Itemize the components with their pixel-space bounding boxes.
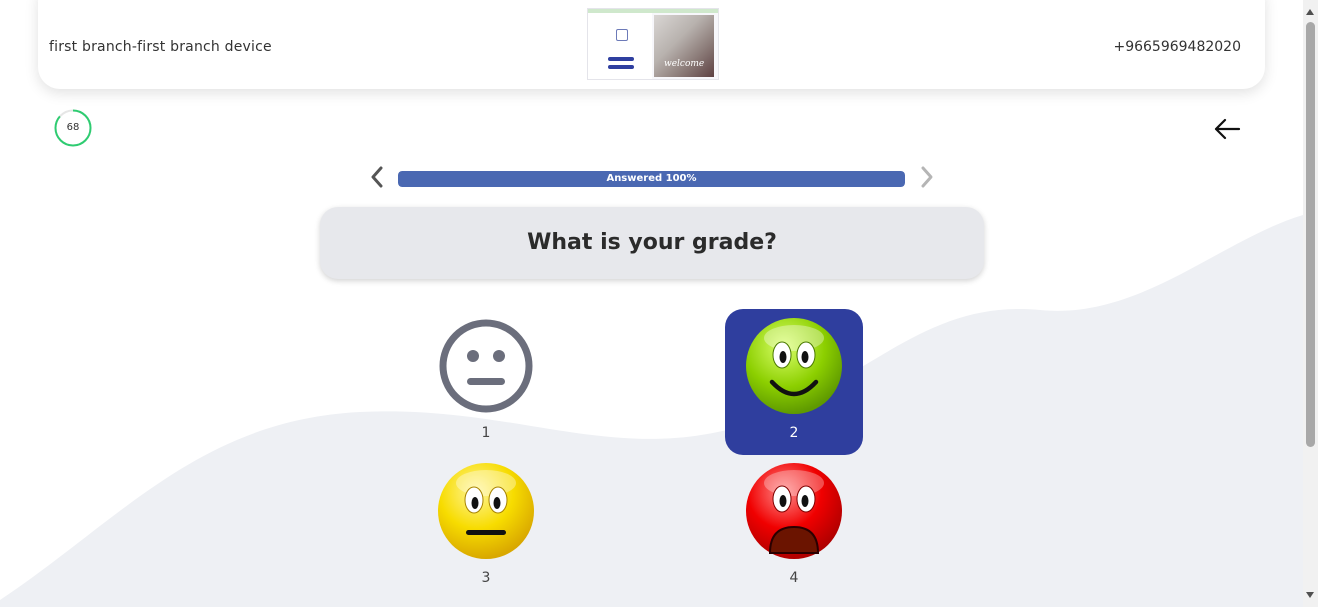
welcome-text: welcome: [664, 59, 705, 69]
phone-number: +9665969482020: [1113, 39, 1241, 55]
welcome-photo: welcome: [654, 15, 714, 77]
sad-face-icon: [746, 463, 842, 559]
document-icon: [616, 29, 628, 41]
answer-option-3[interactable]: 3: [417, 454, 555, 600]
answer-option-label: 4: [789, 570, 799, 586]
answer-option-label: 2: [789, 425, 799, 441]
screen-thumbnail: welcome: [587, 8, 719, 80]
scrollbar[interactable]: [1303, 0, 1318, 607]
answer-option-4[interactable]: 4: [725, 454, 863, 600]
next-question-chevron-icon[interactable]: [917, 165, 937, 189]
previous-question-chevron-icon[interactable]: [367, 165, 387, 189]
scroll-up-arrow[interactable]: [1306, 9, 1314, 15]
background-wave: [0, 215, 1303, 607]
question-text: What is your grade?: [527, 230, 777, 255]
header-card: first branch-first branch device welcome…: [38, 0, 1265, 89]
progress-label: Answered 100%: [606, 173, 697, 184]
neutral-face-icon: [439, 319, 533, 413]
back-arrow-icon[interactable]: [1212, 116, 1242, 142]
scroll-down-arrow[interactable]: [1306, 592, 1314, 598]
answer-option-label: 1: [481, 425, 491, 441]
scroll-thumb[interactable]: [1306, 22, 1315, 447]
timer-value: 68: [66, 122, 80, 133]
branch-device-label: first branch-first branch device: [49, 39, 272, 55]
progress-bar: Answered 100%: [398, 171, 905, 187]
question-card: What is your grade?: [320, 207, 984, 279]
happy-face-icon: [746, 318, 842, 414]
answer-option-2[interactable]: 2: [725, 309, 863, 455]
meh-face-icon: [438, 463, 534, 559]
answer-option-label: 3: [481, 570, 491, 586]
answer-option-1[interactable]: 1: [417, 309, 555, 455]
